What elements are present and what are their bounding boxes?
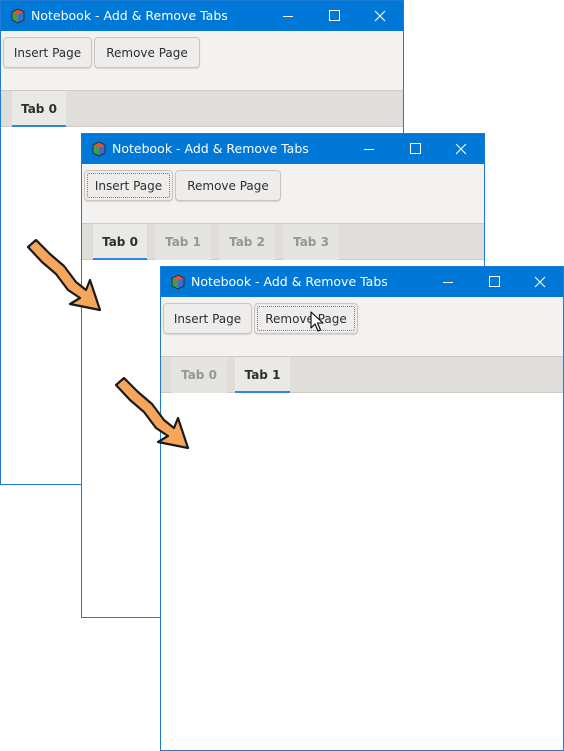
tab-label: Tab 1 <box>165 235 201 249</box>
window-step-3: Notebook - Add & Remove Tabs Insert Page… <box>160 266 564 751</box>
tab-label: Tab 0 <box>21 102 57 116</box>
window-title: Notebook - Add & Remove Tabs <box>112 141 309 156</box>
close-icon <box>534 276 546 288</box>
tab-bar: Tab 0 Tab 1 Tab 2 Tab 3 <box>82 223 484 261</box>
insert-page-button[interactable]: Insert Page <box>84 170 173 201</box>
focus-ring <box>87 173 170 198</box>
close-icon <box>455 143 467 155</box>
mouse-cursor-icon <box>310 311 324 332</box>
close-icon <box>374 10 386 22</box>
title-bar[interactable]: Notebook - Add & Remove Tabs <box>1 1 403 31</box>
minimize-icon <box>364 149 374 150</box>
step-arrow-icon <box>114 376 190 450</box>
window-title: Notebook - Add & Remove Tabs <box>191 274 388 289</box>
tab-label: Tab 1 <box>244 368 281 382</box>
minimize-button[interactable] <box>346 134 392 164</box>
maximize-icon <box>329 10 340 21</box>
title-bar[interactable]: Notebook - Add & Remove Tabs <box>161 267 563 297</box>
tab-1[interactable]: Tab 1 <box>155 224 211 260</box>
step-arrow-icon <box>26 238 102 312</box>
minimize-icon <box>283 16 293 17</box>
app-cube-icon <box>171 274 185 290</box>
maximize-icon <box>410 143 421 154</box>
remove-page-label: Remove Page <box>106 45 188 60</box>
remove-page-button[interactable]: Remove Page <box>94 37 200 68</box>
title-bar[interactable]: Notebook - Add & Remove Tabs <box>82 134 484 164</box>
toolbar: Insert Page Remove Page <box>161 297 563 356</box>
toolbar: Insert Page Remove Page <box>82 164 484 223</box>
minimize-icon <box>443 282 453 283</box>
minimize-button[interactable] <box>425 267 471 297</box>
tab-0[interactable]: Tab 0 <box>12 91 66 128</box>
tab-label: Tab 2 <box>229 235 265 249</box>
window-title: Notebook - Add & Remove Tabs <box>31 8 228 23</box>
tab-3[interactable]: Tab 3 <box>283 224 339 260</box>
maximize-icon <box>489 276 500 287</box>
remove-page-button[interactable]: Remove Page <box>254 303 358 334</box>
insert-page-button[interactable]: Insert Page <box>3 37 92 68</box>
app-cube-icon <box>92 141 106 157</box>
tab-content-area <box>161 393 563 750</box>
maximize-button[interactable] <box>392 134 438 164</box>
close-button[interactable] <box>438 134 484 164</box>
tab-bar: Tab 0 <box>1 90 403 128</box>
focus-ring <box>257 306 355 331</box>
tab-label: Tab 0 <box>102 235 138 249</box>
toolbar: Insert Page Remove Page <box>1 31 403 90</box>
close-button[interactable] <box>357 1 403 31</box>
remove-page-label: Remove Page <box>187 178 269 193</box>
close-button[interactable] <box>517 267 563 297</box>
insert-page-button[interactable]: Insert Page <box>163 303 252 334</box>
tab-1[interactable]: Tab 1 <box>235 357 290 394</box>
insert-page-label: Insert Page <box>173 311 242 326</box>
remove-page-button[interactable]: Remove Page <box>175 170 281 201</box>
minimize-button[interactable] <box>265 1 311 31</box>
app-cube-icon <box>11 8 25 24</box>
tab-label: Tab 3 <box>293 235 329 249</box>
tab-bar: Tab 0 Tab 1 <box>161 356 563 394</box>
insert-page-label: Insert Page <box>13 45 82 60</box>
tab-2[interactable]: Tab 2 <box>219 224 275 260</box>
maximize-button[interactable] <box>471 267 517 297</box>
maximize-button[interactable] <box>311 1 357 31</box>
